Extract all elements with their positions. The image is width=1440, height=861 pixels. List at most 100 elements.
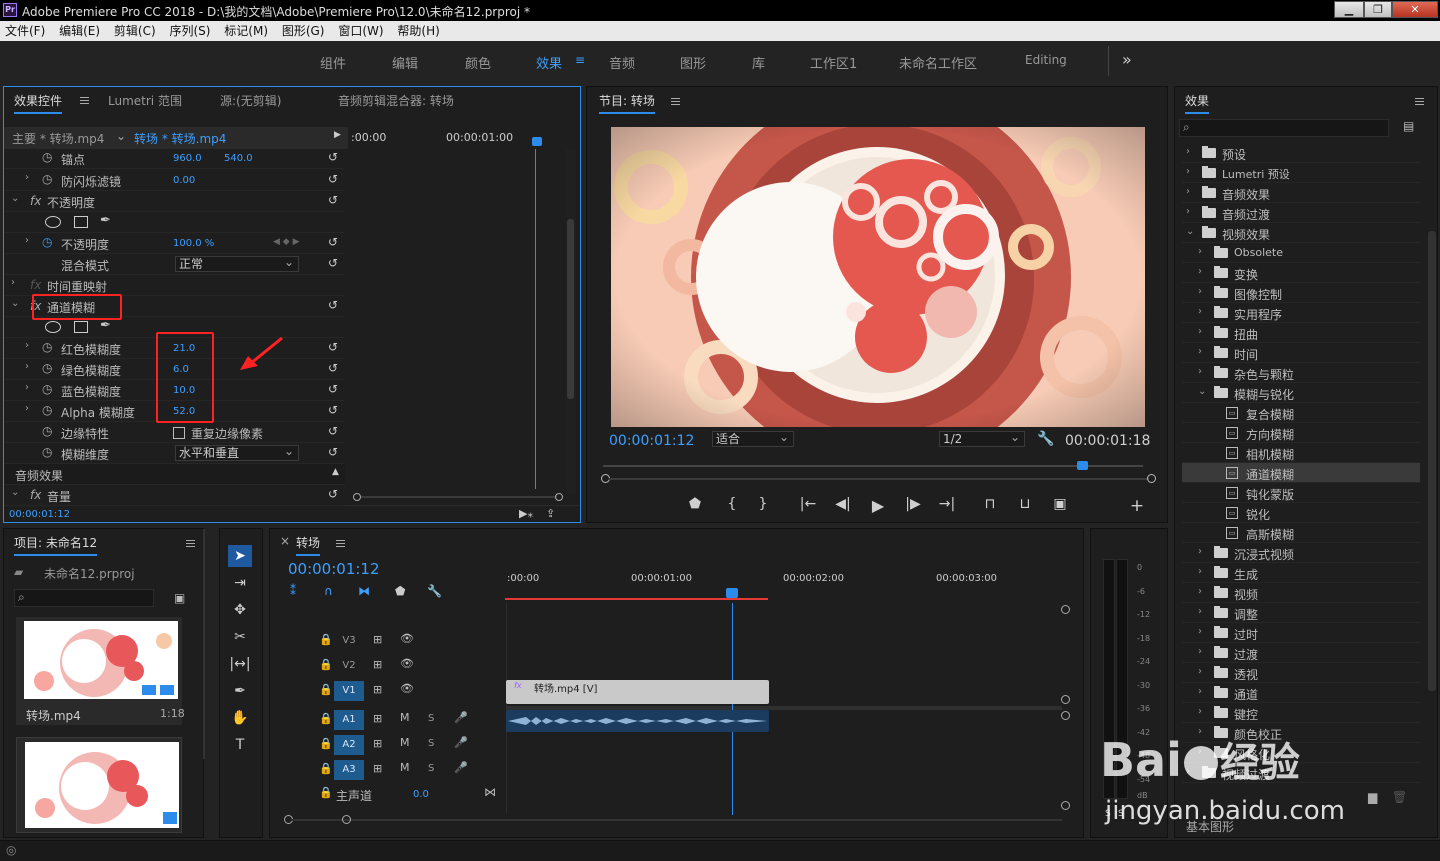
mute-button[interactable]: M [400,736,410,749]
effect-item-23[interactable]: › 调整 [1182,603,1420,623]
sync-lock-icon[interactable]: ⊞ [373,762,382,775]
workspace-graphics[interactable]: 图形 [680,53,706,72]
effect-item-5[interactable]: › Obsolete [1182,243,1420,263]
effect-item-17[interactable]: ▭ 钝化蒙版 [1182,483,1420,503]
stopwatch-icon[interactable]: ◷ [42,150,52,164]
effect-item-0[interactable]: › 预设 [1182,143,1420,163]
resolution-select[interactable]: 1/2 [939,430,1025,447]
maximize-button[interactable]: ❐ [1364,1,1392,18]
timeline-settings-icon[interactable]: 🔧 [427,584,442,598]
program-playhead[interactable] [1077,461,1088,470]
track-target-button[interactable]: A2 [334,735,364,755]
mark-out-icon[interactable]: } [753,496,773,512]
twirl-icon[interactable]: › [1186,186,1190,197]
stopwatch-icon[interactable]: ◷ [42,361,52,375]
collapse-up-icon[interactable]: ▲ [332,467,339,477]
twirl-down-icon[interactable]: ⌄ [11,193,19,204]
effect-item-13[interactable]: ▭ 复合模糊 [1182,403,1420,423]
reset-icon[interactable]: ↺ [328,340,338,354]
menu-sequence[interactable]: 序列(S) [164,21,215,41]
twirl-icon[interactable]: › [1198,366,1202,377]
twirl-down-icon[interactable]: ⌄ [11,298,19,309]
lock-icon[interactable]: 🔒 [319,658,333,671]
twirl-icon[interactable]: › [11,277,15,288]
track-target-button[interactable]: V3 [334,631,364,651]
twirl-down-icon[interactable]: ⌄ [1198,386,1206,397]
effect-item-26[interactable]: › 透视 [1182,663,1420,683]
eye-icon[interactable]: 👁 [400,682,414,695]
blur-dimensions-select[interactable]: 水平和垂直 [175,444,299,461]
effect-item-18[interactable]: ▭ 锐化 [1182,503,1420,523]
effect-item-28[interactable]: › 键控 [1182,703,1420,723]
reset-icon[interactable]: ↺ [328,172,338,186]
twirl-icon[interactable]: › [1198,706,1202,717]
accelerated-effects-icon[interactable]: ▤ [1403,119,1414,133]
twirl-icon[interactable]: › [1198,346,1202,357]
close-tab-icon[interactable]: × [280,534,290,548]
sync-lock-icon[interactable]: ⊞ [373,683,382,696]
pen-mask-icon[interactable]: ✒ [100,213,111,228]
twirl-icon[interactable]: › [1186,166,1190,177]
play-icon[interactable]: ▶ [868,496,888,515]
effect-item-11[interactable]: › 杂色与颗粒 [1182,363,1420,383]
twirl-icon[interactable]: › [1198,566,1202,577]
reset-icon[interactable]: ↺ [328,403,338,417]
pen-mask-icon[interactable]: ✒ [100,318,111,333]
video-clip[interactable]: fx 转场.mp4 [V] [506,680,769,704]
ellipse-mask-icon[interactable] [45,321,61,333]
workspace-effects[interactable]: 效果 [536,53,562,72]
effect-item-3[interactable]: › 音频过渡 [1182,203,1420,223]
effect-item-15[interactable]: ▭ 相机模糊 [1182,443,1420,463]
twirl-icon[interactable]: › [1198,646,1202,657]
reset-icon[interactable]: ↺ [328,298,338,312]
ec-ruler[interactable]: :00:00 00:00:01:00 [349,127,580,149]
reset-icon[interactable]: ↺ [328,150,338,164]
program-timecode[interactable]: 00:00:01:12 [609,433,694,449]
voiceover-icon[interactable]: 🎤 [454,761,468,774]
solo-button[interactable]: S [428,738,434,749]
twirl-icon[interactable]: › [1186,146,1190,157]
effect-item-22[interactable]: › 视频 [1182,583,1420,603]
lock-icon[interactable]: 🔒 [319,737,333,750]
twirl-down-icon[interactable]: ⌄ [11,487,19,498]
workspace-editing-cn[interactable]: 编辑 [392,53,418,72]
workspace-libraries[interactable]: 库 [752,53,765,72]
timeline-hscroll[interactable] [282,813,1062,827]
timeline-ruler[interactable]: :00:00 00:00:01:00 00:00:02:00 00:00:03:… [505,564,1063,602]
play-only-icon[interactable]: ▶ [334,130,341,140]
workspace-editing[interactable]: Editing [1025,53,1067,67]
sequence-clip-label[interactable]: 转场 * 转场.mp4 [134,130,226,147]
effect-item-20[interactable]: › 沉浸式视频 [1182,543,1420,563]
track-target-button[interactable]: A1 [334,710,364,730]
mute-button[interactable]: M [400,711,410,724]
twirl-icon[interactable]: › [1198,626,1202,637]
solo-button[interactable]: S [428,763,434,774]
panel-menu-icon[interactable] [671,98,680,105]
antiflicker-value[interactable]: 0.00 [173,175,195,186]
ec-timecode[interactable]: 00:00:01:12 [9,509,70,520]
tab-program[interactable]: 节目: 转场 [599,92,655,114]
stopwatch-icon[interactable]: ◷ [42,172,52,186]
ec-playhead[interactable] [532,137,542,146]
panel-menu-icon[interactable] [186,540,195,547]
twirl-icon[interactable]: › [1198,306,1202,317]
anchor-x-value[interactable]: 960.0 [173,153,202,164]
sync-lock-icon[interactable]: ⊞ [373,737,382,750]
hand-tool-icon[interactable]: ✋ [228,707,252,729]
panel-menu-icon[interactable] [80,97,89,104]
effect-item-2[interactable]: › 音频效果 [1182,183,1420,203]
keyframe-nav-icon[interactable]: ◀ ◆ ▶ [273,237,300,247]
effect-item-1[interactable]: › Lumetri 预设 [1182,163,1420,183]
opacity-value[interactable]: 100.0 % [173,238,214,249]
clip-thumbnail-card[interactable]: 转场.mp4 1:18 [16,617,185,725]
extract-icon[interactable]: ⊔ [1015,496,1035,512]
step-forward-icon[interactable]: |▶ [903,496,923,512]
fit-select[interactable]: 适合 [712,430,794,447]
twirl-icon[interactable]: › [1198,326,1202,337]
twirl-icon[interactable]: › [1198,546,1202,557]
master-bowtie-icon[interactable]: ⋈ [484,785,496,799]
effect-item-12[interactable]: ⌄ 模糊与锐化 [1182,383,1420,403]
menu-edit[interactable]: 编辑(E) [54,21,105,41]
mark-in-icon[interactable]: { [722,496,742,512]
export-frame-icon[interactable]: ▣ [1050,496,1070,512]
